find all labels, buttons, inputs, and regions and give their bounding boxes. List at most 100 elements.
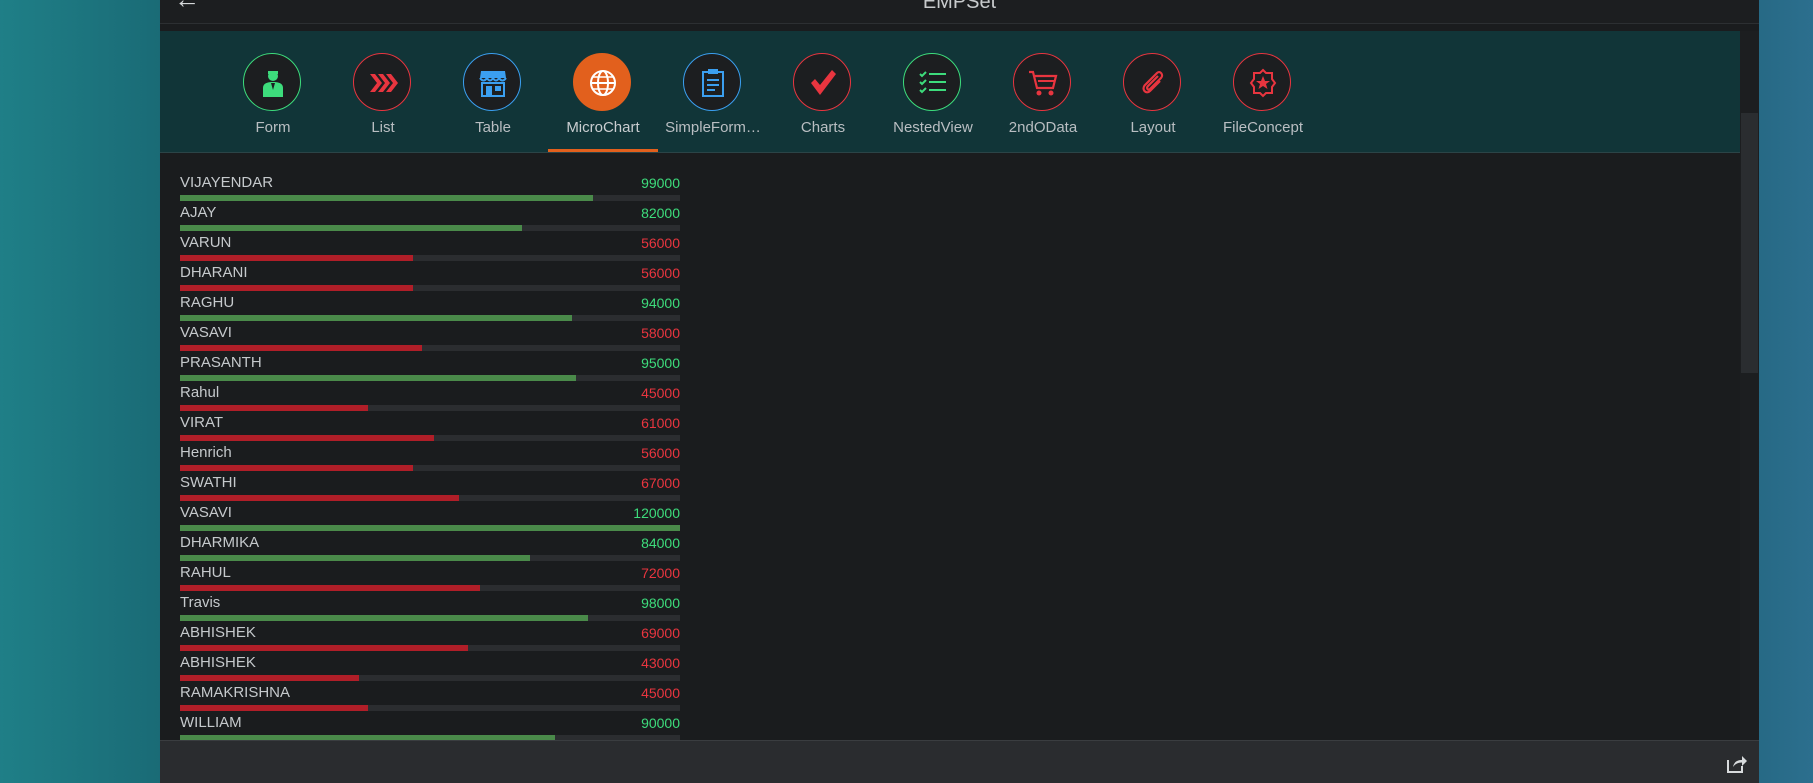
footer-bar (160, 740, 1759, 783)
salary-value: 72000 (641, 565, 680, 581)
salary-value: 95000 (641, 355, 680, 371)
bar-track (180, 525, 680, 531)
salary-value: 45000 (641, 385, 680, 401)
tab-2ndodata[interactable]: 2ndOData (988, 31, 1098, 152)
chart-row: VARUN 56000 (180, 234, 680, 264)
bar-track (180, 405, 680, 411)
bar-track (180, 195, 680, 201)
chart-row: DHARMIKA 84000 (180, 534, 680, 564)
employee-name: WILLIAM (180, 714, 242, 731)
tab-microchart[interactable]: MicroChart (548, 31, 658, 152)
tab-label: FileConcept (1222, 119, 1304, 136)
salary-value: 99000 (641, 175, 680, 191)
employee-name: AJAY (180, 204, 217, 221)
chart-row: Travis 98000 (180, 594, 680, 624)
badge-icon (1249, 68, 1277, 98)
bar-fill (180, 375, 576, 381)
tab-icon-circle (353, 53, 411, 111)
employee-name: ABHISHEK (180, 654, 256, 671)
bar-track (180, 435, 680, 441)
employee-name: RAMAKRISHNA (180, 684, 291, 701)
share-icon[interactable] (1725, 754, 1747, 774)
bar-track (180, 465, 680, 471)
chart-row: Rahul 45000 (180, 384, 680, 414)
chart-row: AJAY 82000 (180, 204, 680, 234)
bar-track (180, 225, 680, 231)
bar-fill (180, 675, 359, 681)
bar-track (180, 375, 680, 381)
bar-track (180, 555, 680, 561)
tab-icon-circle (683, 53, 741, 111)
salary-value: 56000 (641, 445, 680, 461)
chevrons-right-icon (370, 74, 398, 92)
employee-name: VARUN (180, 234, 232, 251)
checkmark-icon (811, 70, 836, 95)
tab-icon-circle (903, 53, 961, 111)
employee-name: VASAVI (180, 324, 232, 341)
chart-row: RAGHU 94000 (180, 294, 680, 324)
bar-track (180, 675, 680, 681)
tab-table[interactable]: Table (438, 31, 548, 152)
employee-name: ABHISHEK (180, 624, 256, 641)
employee-name: RAGHU (180, 294, 235, 311)
tab-icon-circle (243, 53, 301, 111)
icon-tab-bar: Form List Table MicroChart SimpleForm… Charts… (160, 31, 1740, 153)
bar-track (180, 615, 680, 621)
bar-fill (180, 555, 530, 561)
tab-icon-circle (1013, 53, 1071, 111)
tab-icon-circle (1233, 53, 1291, 111)
bar-fill (180, 615, 588, 621)
store-icon (479, 71, 507, 97)
salary-value: 67000 (641, 475, 680, 491)
bar-track (180, 585, 680, 591)
bar-fill (180, 285, 413, 291)
tab-form[interactable]: Form (218, 31, 328, 152)
tab-layout[interactable]: Layout (1098, 31, 1208, 152)
tab-simpleform[interactable]: SimpleForm… (658, 31, 768, 152)
chart-row: ABHISHEK 43000 (180, 654, 680, 684)
tab-list[interactable]: List (328, 31, 438, 152)
chart-row: DHARANI 56000 (180, 264, 680, 294)
bar-fill (180, 315, 572, 321)
employee-name: DHARMIKA (180, 534, 260, 551)
employee-name: DHARANI (180, 264, 248, 281)
tab-icon-circle (463, 53, 521, 111)
bar-track (180, 705, 680, 711)
bar-fill (180, 645, 468, 651)
tab-charts[interactable]: Charts (768, 31, 878, 152)
chart-row: VASAVI 58000 (180, 324, 680, 354)
employee-name: Rahul (180, 384, 220, 401)
salary-value: 98000 (641, 595, 680, 611)
cart-icon (1029, 70, 1058, 96)
page-title: EMPSet (922, 0, 997, 13)
salary-value: 84000 (641, 535, 680, 551)
bar-fill (180, 495, 459, 501)
chart-row: SWATHI 67000 (180, 474, 680, 504)
tab-nestedview[interactable]: NestedView (878, 31, 988, 152)
bar-track (180, 285, 680, 291)
bar-track (180, 495, 680, 501)
bar-fill (180, 435, 434, 441)
chart-row: VIRAT 61000 (180, 414, 680, 444)
salary-value: 58000 (641, 325, 680, 341)
salary-value: 82000 (641, 205, 680, 221)
employee-icon (263, 71, 283, 97)
employee-name: Travis (180, 594, 221, 611)
salary-value: 120000 (633, 505, 680, 521)
bar-fill (180, 195, 593, 201)
scrollbar-thumb[interactable] (1741, 113, 1758, 373)
bar-fill (180, 465, 413, 471)
globe-icon (590, 70, 616, 96)
vertical-scrollbar[interactable] (1740, 31, 1759, 740)
bar-fill (180, 225, 522, 231)
bar-track (180, 345, 680, 351)
tab-icon-circle (573, 53, 631, 111)
salary-value: 45000 (641, 685, 680, 701)
employee-name: Henrich (180, 444, 232, 461)
tab-icon-circle (793, 53, 851, 111)
employee-name: PRASANTH (180, 354, 262, 371)
salary-value: 56000 (641, 235, 680, 251)
chart-row: PRASANTH 95000 (180, 354, 680, 384)
bar-fill (180, 405, 368, 411)
tab-fileconcept[interactable]: FileConcept (1208, 31, 1318, 152)
